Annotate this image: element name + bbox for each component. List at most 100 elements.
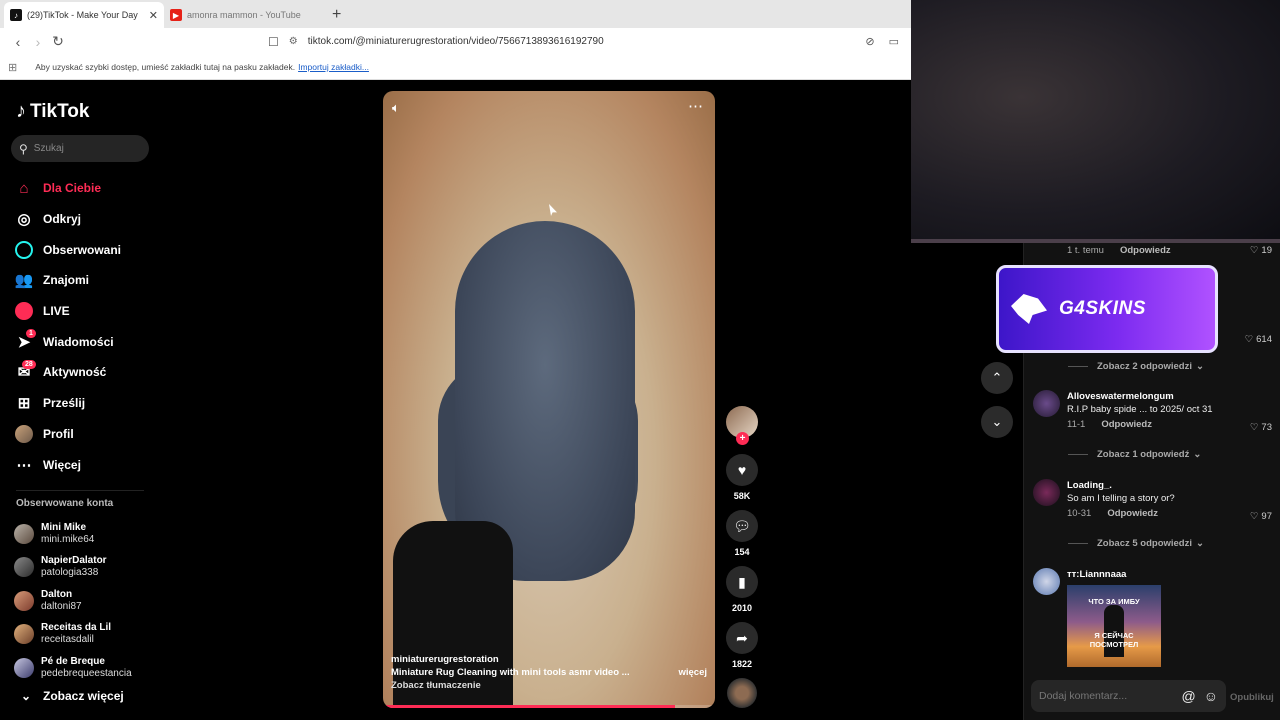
menu-item-for-you[interactable]: ⌂ Dla Ciebie (14, 173, 121, 204)
video-info: miniaturerugrestoration Miniature Rug Cl… (391, 653, 707, 692)
video-player[interactable]: 🔈︎ ⋯ miniaturerugrestoration Miniature R… (383, 91, 715, 708)
music-disc[interactable] (727, 678, 757, 708)
menu-item-explore[interactable]: ◎ Odkryj (14, 204, 121, 235)
save-button[interactable]: ▮ (726, 566, 758, 598)
reply-button[interactable]: Odpowiedz (1107, 508, 1158, 519)
video-description: Miniature Rug Cleaning with mini tools a… (391, 667, 630, 678)
menu-item-more[interactable]: ⋯ Więcej (14, 449, 121, 480)
comment-author[interactable]: ᴛᴛ:Liannnaaa (1067, 568, 1267, 581)
comment-author[interactable]: Alloveswatermelongum (1067, 390, 1267, 403)
messages-badge: 1 (26, 329, 36, 339)
tab-tiktok[interactable]: ♪ (29)TikTok - Make Your Day ✕ (4, 2, 164, 28)
video-progress-bar[interactable] (383, 705, 715, 708)
action-column: + ♥ 58K 💬︎ 154 ▮ 2010 ➦ 1822 (724, 406, 760, 708)
menu-item-profile[interactable]: Profil (14, 419, 121, 450)
see-more-link[interactable]: więcej (678, 666, 707, 679)
comment-like[interactable]: ♡ 97 (1250, 511, 1272, 522)
comment-meta: 1 t. temu Odpowiedz (1067, 245, 1171, 256)
menu-item-following[interactable]: Obserwowani (14, 234, 121, 265)
menu-item-friends[interactable]: 👥 Znajomi (14, 265, 121, 296)
menu-item-upload[interactable]: ⊞ Prześlij (14, 388, 121, 419)
translate-link[interactable]: Zobacz tłumaczenie (391, 679, 707, 692)
url-text[interactable]: tiktok.com/@miniaturerugrestoration/vide… (308, 36, 604, 47)
previous-video-button[interactable]: ⌃ (981, 362, 1013, 394)
volume-icon[interactable]: 🔈︎ (392, 100, 400, 116)
search-input[interactable]: ⚲ Szukaj (11, 135, 149, 162)
account-handle: mini.mike64 (41, 533, 95, 545)
view-replies-button[interactable]: Zobacz 1 odpowiedź ⌄ (1068, 449, 1201, 460)
comment-button[interactable]: 💬︎ (726, 510, 758, 542)
live-icon (14, 301, 34, 321)
new-tab-button[interactable]: + (332, 6, 341, 24)
tiktok-logo[interactable]: ♪ TikTok (16, 100, 89, 123)
main-menu: ⌂ Dla Ciebie ◎ Odkryj Obserwowani 👥 Znaj… (14, 173, 121, 480)
address-bar[interactable]: ☐ ⚙ tiktok.com/@miniaturerugrestoration/… (268, 35, 865, 49)
following-account[interactable]: NapierDalator patologia338 (14, 551, 132, 585)
video-author[interactable]: miniaturerugrestoration (391, 653, 707, 666)
back-icon[interactable]: ‹ (8, 34, 28, 50)
more-options-icon[interactable]: ⋯ (688, 97, 703, 115)
following-account[interactable]: Pé de Breque pedebrequeestancia (14, 651, 132, 685)
reply-button[interactable]: Odpowiedz (1101, 419, 1152, 430)
bookmark-icon[interactable]: ☐ (268, 35, 279, 49)
comment-image[interactable]: ЧТО ЗА ИМБУ Я СЕЙЧАС ПОСМОТРЕЛ (1067, 585, 1161, 667)
next-video-button[interactable]: ⌄ (981, 406, 1013, 438)
comment-like[interactable]: ♡ 614 (1245, 334, 1272, 345)
following-account[interactable]: Receitas da Lil receitasdalil (14, 618, 132, 652)
tab-title: (29)TikTok - Make Your Day (27, 10, 138, 20)
avatar[interactable] (1033, 390, 1060, 417)
view-replies-label: Zobacz 1 odpowiedź (1097, 449, 1190, 460)
account-handle: daltoni87 (41, 600, 82, 612)
comment-author[interactable]: Loading_. (1067, 479, 1267, 492)
reload-icon[interactable]: ↻ (48, 33, 68, 50)
publish-button[interactable]: Opublikuj (1230, 692, 1274, 703)
bookmarks-bar: ⊞ Aby uzyskać szybki dostęp, umieść zakł… (0, 55, 911, 80)
import-bookmarks-link[interactable]: Importuj zakładki... (298, 62, 369, 72)
see-more-button[interactable]: ⌄ Zobacz więcej (16, 689, 124, 703)
following-account[interactable]: Dalton daltoni87 (14, 584, 132, 618)
avatar (14, 657, 34, 678)
menu-item-messages[interactable]: ➤ 1 Wiadomości (14, 326, 121, 357)
share-button[interactable]: ➦ (726, 622, 758, 654)
avatar[interactable] (1033, 479, 1060, 506)
progress-fill (383, 705, 676, 708)
creator-avatar[interactable]: + (726, 406, 758, 445)
apps-grid-icon[interactable]: ⊞ (8, 61, 17, 74)
close-tab-icon[interactable]: ✕ (149, 9, 158, 22)
avatar[interactable] (1033, 568, 1060, 595)
avatar (14, 590, 34, 611)
comment-like[interactable]: ♡ 19 (1250, 245, 1272, 256)
site-info-icon[interactable]: ⚙ (289, 36, 298, 47)
like-count: 58K (733, 491, 751, 501)
account-handle: receitasdalil (41, 634, 94, 646)
upload-icon: ⊞ (17, 395, 31, 413)
emoji-icon[interactable]: ☺ (1204, 688, 1218, 704)
menu-item-live[interactable]: LIVE (14, 296, 121, 327)
image-caption-bottom: Я СЕЙЧАС ПОСМОТРЕЛ (1089, 631, 1139, 649)
forward-icon[interactable]: › (28, 34, 48, 50)
address-bar-row: ‹ › ↻ ☐ ⚙ tiktok.com/@miniaturerugrestor… (0, 28, 911, 55)
menu-label: Aktywność (43, 365, 107, 380)
cast-icon[interactable]: ▭ (889, 35, 899, 48)
reply-button[interactable]: Odpowiedz (1120, 245, 1171, 256)
view-replies-button[interactable]: Zobacz 5 odpowiedzi ⌄ (1068, 538, 1204, 549)
following-account[interactable]: Mini Mike mini.mike64 (14, 517, 132, 551)
menu-item-activity[interactable]: ✉ 28 Aktywność (14, 357, 121, 388)
comment-input[interactable]: Dodaj komentarz... @ ☺ (1031, 680, 1226, 712)
following-accounts-title: Obserwowane konta (16, 498, 114, 509)
comment-like[interactable]: ♡ 73 (1250, 422, 1272, 433)
follow-plus-icon[interactable]: + (736, 432, 749, 445)
view-replies-button[interactable]: Zobacz 2 odpowiedzi ⌄ (1068, 361, 1204, 372)
bookmark-icon: ▮ (738, 573, 746, 590)
avatar (14, 523, 34, 544)
tiktok-note-icon: ♪ (16, 100, 26, 122)
like-button[interactable]: ♥ (726, 454, 758, 486)
g4skins-ad-banner[interactable]: G4SKINS (996, 265, 1218, 353)
mention-icon[interactable]: @ (1181, 688, 1195, 704)
tiktok-favicon-icon: ♪ (10, 9, 22, 21)
webcam-overlay (911, 0, 1280, 243)
tab-bar: ♪ (29)TikTok - Make Your Day ✕ ▶ amonra … (0, 0, 911, 28)
avatar (14, 557, 34, 578)
tracking-icon[interactable]: ⊘ (865, 35, 874, 48)
tab-youtube[interactable]: ▶ amonra mammon - YouTube (164, 2, 324, 28)
